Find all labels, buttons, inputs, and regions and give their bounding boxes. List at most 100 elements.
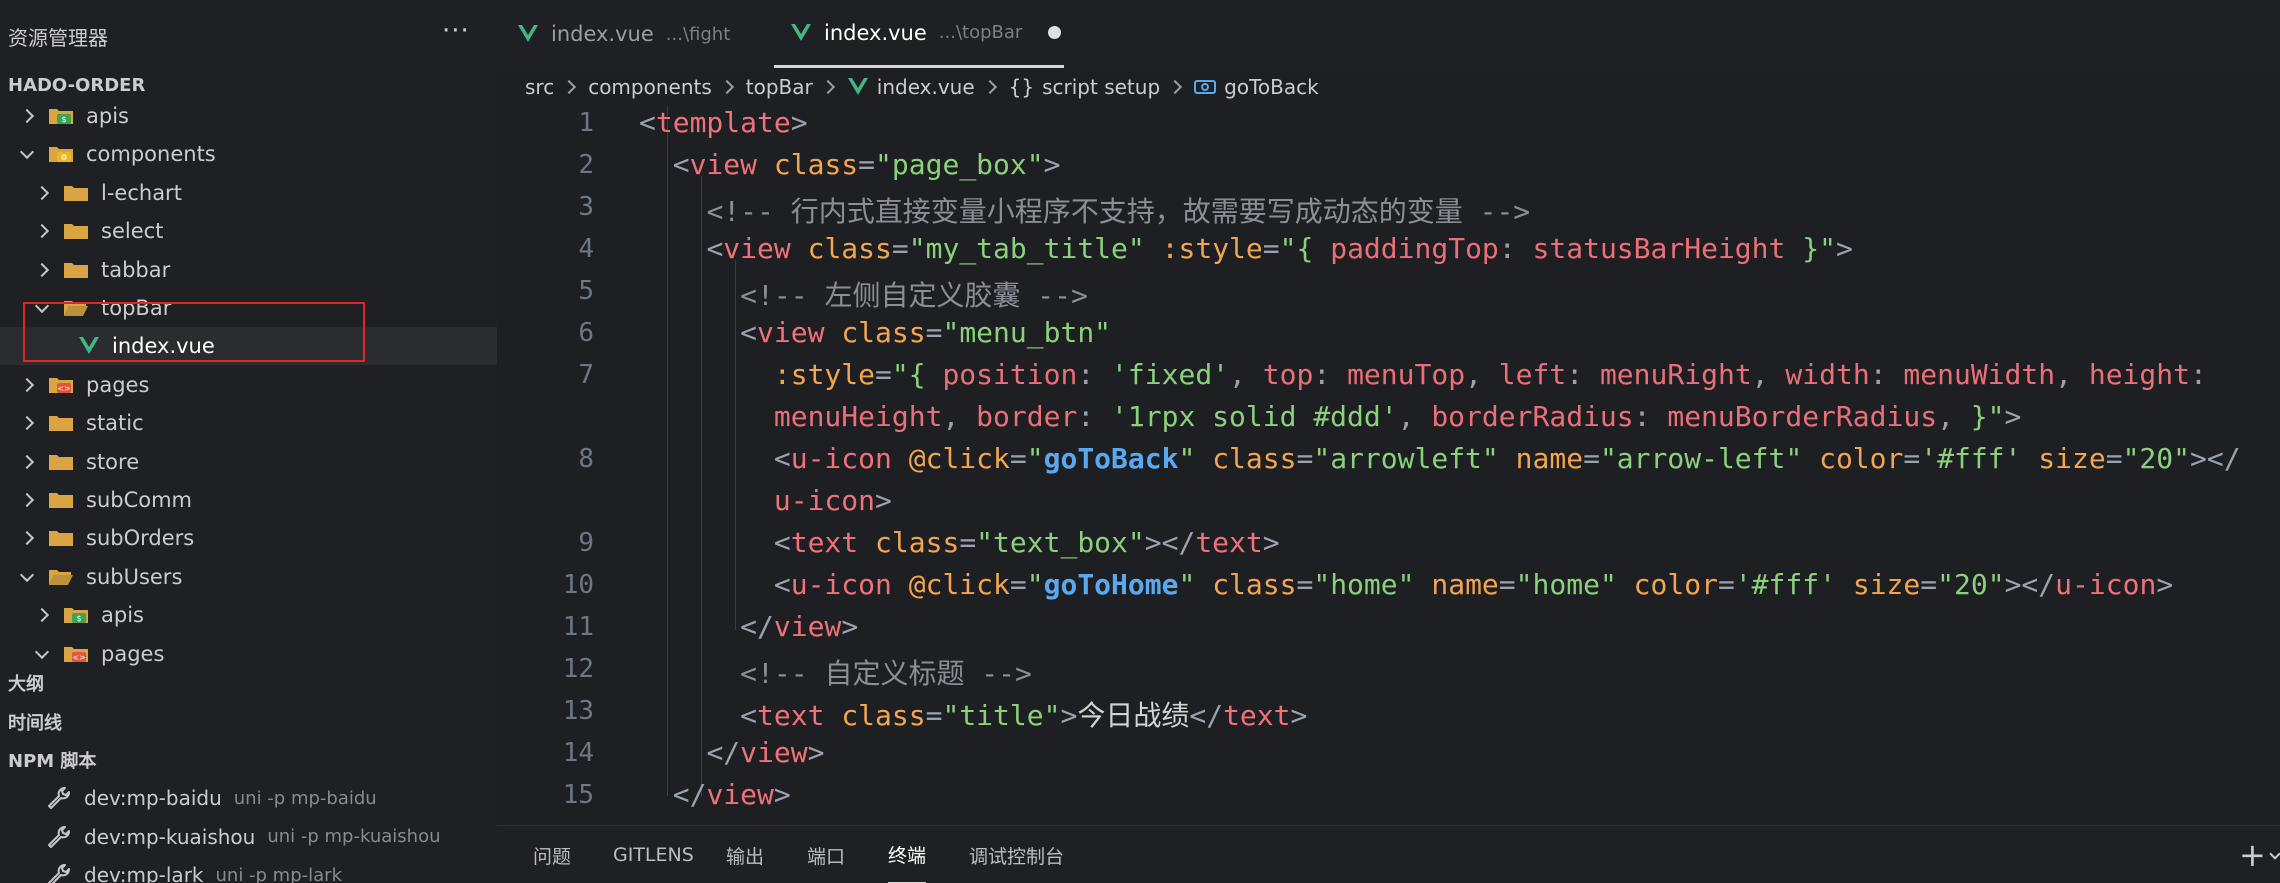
- tree-item[interactable]: l-echart: [0, 174, 497, 212]
- timeline-section[interactable]: 时间线: [8, 709, 62, 735]
- svg-text:<>: <>: [72, 653, 85, 662]
- vue-file-icon: [847, 78, 868, 95]
- wrench-icon: [48, 825, 70, 848]
- tree-item[interactable]: $ apis: [0, 596, 497, 634]
- panel-tab[interactable]: 终端: [888, 826, 927, 883]
- code-line: <view class="my_tab_title" :style="{ pad…: [706, 232, 1853, 265]
- tree-item-label: apis: [101, 603, 144, 628]
- breadcrumb-src[interactable]: src: [525, 75, 554, 99]
- npm-script-name: dev:mp-baidu: [84, 786, 222, 810]
- tab-label: index.vue: [551, 22, 654, 46]
- tree-item[interactable]: ⚙ components: [0, 135, 497, 173]
- ellipsis-icon[interactable]: ···: [442, 16, 470, 46]
- tree-item-label: tabbar: [101, 257, 171, 282]
- tree-item[interactable]: $ apis: [0, 97, 497, 135]
- chevron-right-icon: [20, 416, 34, 430]
- npm-script-item[interactable]: dev:mp-kuaishou uni -p mp-kuaishou: [46, 821, 441, 853]
- code-line: <!-- 行内式直接变量小程序不支持，故需要写成动态的变量 -->: [706, 195, 1531, 228]
- explorer-header: 资源管理器 ···: [0, 0, 497, 70]
- panel-tab[interactable]: 输出: [726, 826, 764, 883]
- chevron-right-icon: [35, 224, 49, 238]
- folder-icon: [48, 528, 74, 548]
- line-number: 13: [562, 696, 594, 726]
- folder-icon: $: [63, 605, 89, 625]
- tree-item[interactable]: subUsers: [0, 558, 497, 596]
- folder-icon: [48, 413, 74, 433]
- line-number: 7: [578, 360, 594, 390]
- breadcrumb-file[interactable]: index.vue: [877, 75, 975, 99]
- npm-script-command: uni -p mp-lark: [215, 864, 343, 883]
- chevron-right-icon: [20, 493, 34, 507]
- breadcrumb-components[interactable]: components: [588, 75, 712, 99]
- unsaved-dot-icon[interactable]: [1048, 26, 1062, 39]
- line-number: 15: [562, 780, 594, 810]
- wrench-icon: [48, 864, 70, 883]
- vue-file-icon: [791, 23, 811, 41]
- bottom-panel: 问题 GITLENS 输出 端口 终端 调试控制台 +: [497, 825, 2280, 883]
- outline-section[interactable]: 大纲: [8, 670, 44, 696]
- code-line: <template>: [639, 106, 808, 139]
- chevron-down-icon[interactable]: [2269, 848, 2280, 860]
- folder-icon: ⚙: [48, 144, 74, 164]
- tree-item-label: subComm: [86, 488, 193, 512]
- line-number: 3: [578, 192, 594, 222]
- tab-path: ...\fight: [665, 23, 731, 45]
- tree-item[interactable]: <> pages: [0, 635, 497, 673]
- tree-item[interactable]: subComm: [0, 481, 497, 519]
- tab-index-vue-fight[interactable]: index.vue ...\fight: [517, 0, 730, 68]
- folder-icon: [63, 183, 89, 203]
- svg-text:<>: <>: [57, 384, 70, 393]
- npm-script-item[interactable]: dev:mp-baidu uni -p mp-baidu: [46, 782, 377, 814]
- vue-file-icon: [518, 25, 538, 42]
- line-number: 9: [578, 528, 594, 558]
- tree-item[interactable]: tabbar: [0, 251, 497, 289]
- line-number: 8: [578, 444, 594, 474]
- code-editor[interactable]: 1 <template> 2 <view class="page_box"> 3 <!…: [497, 106, 2280, 821]
- panel-tab[interactable]: 调试控制台: [969, 826, 1064, 883]
- breadcrumb-topbar[interactable]: topBar: [746, 75, 813, 99]
- explorer-title: 资源管理器: [8, 26, 108, 50]
- chevron-right-icon: [1168, 79, 1183, 95]
- code-line: <view class="page_box">: [672, 148, 1061, 181]
- chevron-right-icon: [20, 378, 34, 392]
- chevron-down-icon: [20, 570, 34, 584]
- tab-path: ...\topBar: [938, 22, 1023, 43]
- panel-tab[interactable]: 端口: [807, 826, 845, 883]
- line-number: 2: [578, 150, 594, 180]
- tree-item[interactable]: select: [0, 212, 497, 250]
- code-line: <view class="menu_btn": [740, 316, 1112, 349]
- chevron-right-icon: [820, 79, 835, 95]
- chevron-right-icon: [20, 531, 34, 545]
- chevron-down-icon: [20, 147, 34, 161]
- folder-icon: [48, 490, 74, 510]
- new-terminal-button[interactable]: +: [2239, 836, 2266, 874]
- panel-tab[interactable]: 问题: [533, 826, 571, 883]
- npm-scripts-section[interactable]: NPM 脚本: [8, 747, 96, 773]
- braces-icon: {}: [1008, 75, 1035, 99]
- npm-script-command: uni -p mp-baidu: [233, 787, 377, 809]
- panel-tab[interactable]: GITLENS: [613, 826, 694, 883]
- npm-script-name: dev:mp-kuaishou: [84, 824, 256, 849]
- tree-item[interactable]: static: [0, 404, 497, 442]
- folder-icon: <>: [48, 375, 74, 395]
- tree-item[interactable]: subOrders: [0, 519, 497, 557]
- folder-icon: [63, 260, 89, 280]
- line-number: 11: [562, 612, 594, 642]
- tab-index-vue-topbar[interactable]: index.vue ...\topBar: [774, 0, 1064, 68]
- breadcrumb-symbol[interactable]: goToBack: [1224, 75, 1319, 99]
- tree-item[interactable]: <> pages: [0, 366, 497, 404]
- tree-item-label: subUsers: [86, 564, 183, 589]
- line-number: 5: [578, 276, 594, 306]
- tree-item[interactable]: store: [0, 443, 497, 481]
- chevron-down-icon: [35, 647, 49, 661]
- npm-script-item[interactable]: dev:mp-lark uni -p mp-lark: [46, 859, 342, 883]
- chevron-right-icon: [20, 109, 34, 123]
- editor-tab-bar: index.vue ...\fight index.vue ...\topBar: [497, 0, 2280, 70]
- code-line: <u-icon @click="goToBack" class="arrowle…: [773, 442, 2241, 475]
- tree-item-label: pages: [101, 641, 165, 666]
- code-line: :style="{ position: 'fixed', top: menuTo…: [773, 358, 2207, 391]
- breadcrumb-block[interactable]: script setup: [1042, 75, 1160, 99]
- tree-item-label: subOrders: [86, 526, 195, 551]
- project-name[interactable]: HADO-ORDER: [8, 75, 145, 96]
- code-line: </view>: [706, 736, 825, 769]
